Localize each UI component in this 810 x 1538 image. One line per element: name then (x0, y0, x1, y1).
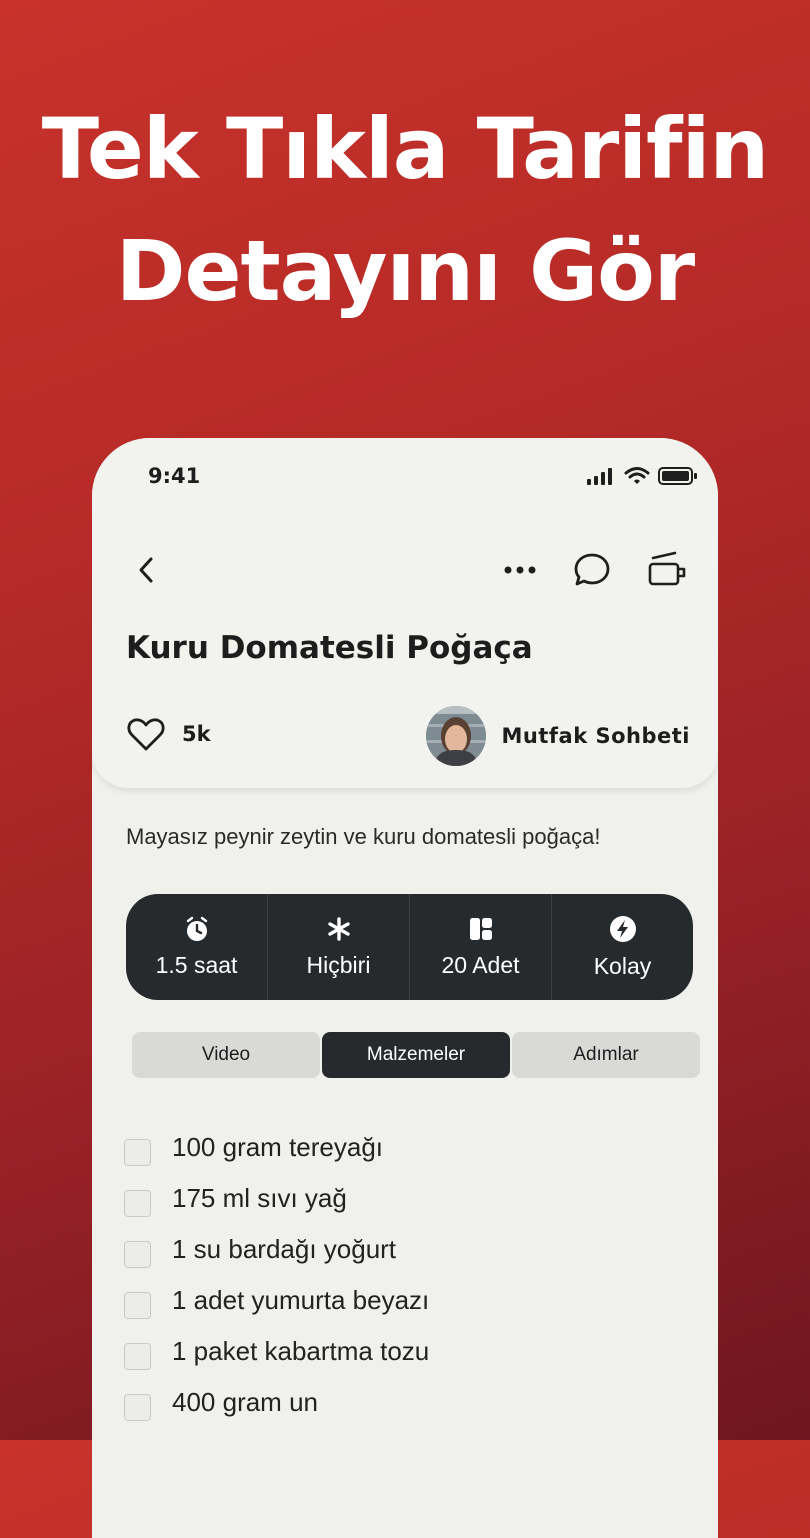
stat-time: 1.5 saat (126, 894, 267, 1000)
stat-time-label: 1.5 saat (155, 951, 238, 978)
stat-allergens: Hiçbiri (267, 894, 409, 1000)
list-item: 1 adet yumurta beyazı (124, 1275, 429, 1326)
tab-ingredients[interactable]: Malzemeler (322, 1032, 510, 1078)
ingredient-list: 100 gram tereyağı 175 ml sıvı yağ 1 su b… (124, 1122, 429, 1428)
phone-screen: 9:41 Kuru Domatesli Poğaça 5k Mutfak Soh… (92, 438, 718, 1538)
ingredient-label: 1 paket kabartma tozu (172, 1336, 430, 1366)
cook-button[interactable] (644, 548, 688, 592)
ingredient-checkbox[interactable] (124, 1241, 151, 1268)
recipe-header-card: 9:41 Kuru Domatesli Poğaça 5k Mutfak Soh… (92, 438, 718, 788)
ingredient-label: 100 gram tereyağı (172, 1132, 384, 1162)
stat-allergens-label: Hiçbiri (306, 951, 371, 978)
bolt-icon (609, 915, 636, 942)
ingredient-label: 400 gram un (172, 1387, 318, 1417)
author-profile[interactable]: Mutfak Sohbeti (425, 706, 690, 766)
status-time: 9:41 (148, 464, 201, 488)
recipe-stats: 1.5 saat Hiçbiri 20 Adet Kolay (126, 894, 693, 1000)
grid-icon (469, 917, 492, 940)
comment-button[interactable] (572, 550, 612, 590)
cooking-pot-icon (648, 551, 686, 586)
avatar-image (425, 706, 486, 766)
recipe-description: Mayasız peynir zeytin ve kuru domatesli … (126, 824, 601, 849)
ingredient-checkbox[interactable] (124, 1190, 151, 1217)
list-item: 175 ml sıvı yağ (124, 1173, 429, 1224)
ingredient-label: 1 su bardağı yoğurt (172, 1234, 397, 1264)
chevron-left-icon (139, 557, 153, 583)
chat-bubble-icon (574, 553, 610, 586)
author-name: Mutfak Sohbeti (501, 724, 690, 748)
list-item: 400 gram un (124, 1377, 429, 1428)
stat-difficulty-label: Kolay (593, 952, 652, 979)
ingredient-checkbox[interactable] (124, 1343, 151, 1370)
promo-title-line-1: Tek Tıkla Tarifin (41, 100, 769, 198)
wifi-icon (624, 467, 650, 484)
ingredient-label: 175 ml sıvı yağ (172, 1183, 347, 1213)
timer-icon (186, 916, 207, 941)
list-item: 1 paket kabartma tozu (124, 1326, 429, 1377)
content-tabs: Video Malzemeler Adımlar (132, 1032, 700, 1078)
signal-icon (587, 468, 612, 485)
like-row: 5k (126, 716, 211, 752)
battery-icon (658, 467, 697, 485)
status-icons (586, 466, 698, 486)
ingredient-checkbox[interactable] (124, 1292, 151, 1319)
like-button[interactable] (126, 716, 166, 752)
like-count: 5k (182, 722, 211, 746)
stat-servings-label: 20 Adet (441, 951, 520, 978)
ingredient-label: 1 adet yumurta beyazı (172, 1285, 430, 1315)
promo-title-line-2: Detayını Gör (115, 222, 695, 320)
avatar (425, 706, 486, 766)
ingredient-checkbox[interactable] (124, 1394, 151, 1421)
more-dots-icon (504, 566, 536, 574)
stat-difficulty: Kolay (551, 894, 693, 1000)
heart-icon (127, 718, 165, 751)
stat-servings: 20 Adet (409, 894, 551, 1000)
recipe-title: Kuru Domatesli Poğaça (126, 630, 533, 666)
list-item: 1 su bardağı yoğurt (124, 1224, 429, 1275)
tab-steps[interactable]: Adımlar (512, 1032, 700, 1078)
back-button[interactable] (128, 552, 164, 588)
more-button[interactable] (500, 552, 540, 588)
asterisk-icon (327, 916, 350, 941)
tab-video[interactable]: Video (132, 1032, 320, 1078)
promo-title: Tek Tıkla Tarifin Detayını Gör (0, 88, 810, 332)
ingredient-checkbox[interactable] (124, 1139, 151, 1166)
list-item: 100 gram tereyağı (124, 1122, 429, 1173)
